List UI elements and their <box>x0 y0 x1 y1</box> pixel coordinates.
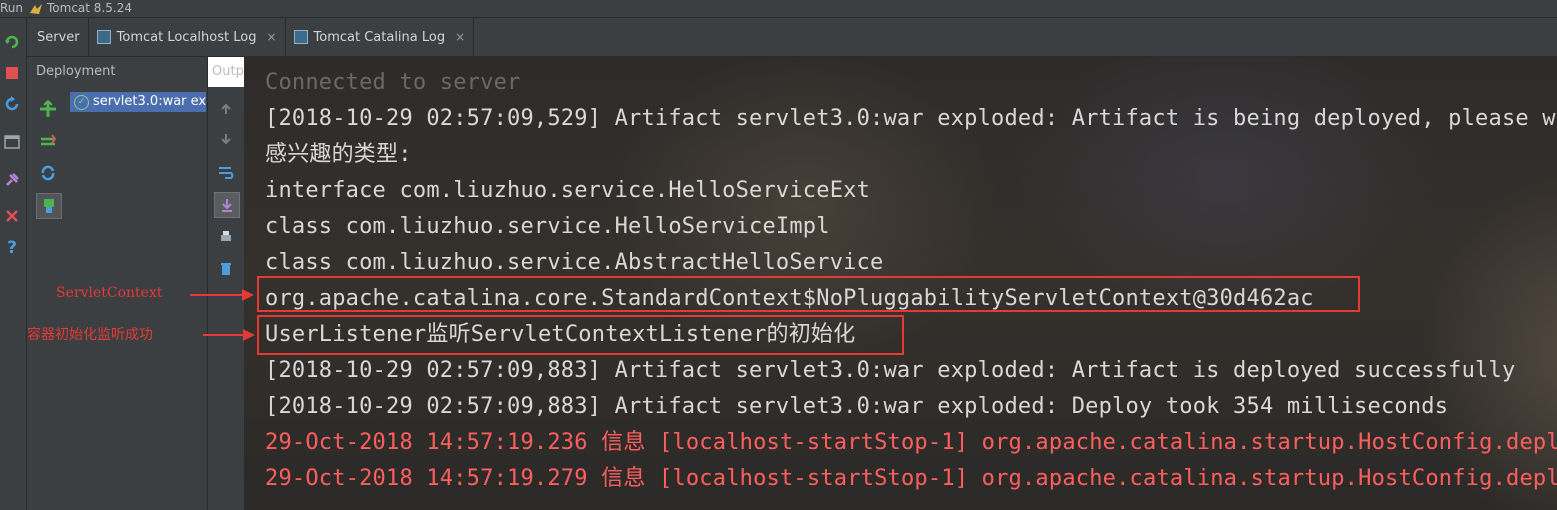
trash-icon[interactable] <box>214 257 238 281</box>
run-toolbar: ? <box>0 18 27 510</box>
log-line: class com.liuzhuo.service.HelloServiceIm… <box>265 214 830 239</box>
output-toolbar <box>208 87 244 510</box>
tab-catalina-log[interactable]: Tomcat Catalina Log × <box>286 18 475 56</box>
ide-window: Run Tomcat 8.5.24 ? Server Tomcat Localh… <box>0 0 1557 510</box>
log-line: class com.liuzhuo.service.AbstractHelloS… <box>265 250 884 275</box>
check-icon: ✓ <box>74 94 89 110</box>
log-line: interface com.liuzhuo.service.HelloServi… <box>265 178 871 203</box>
tab-server[interactable]: Server <box>27 18 89 56</box>
log-line: org.apache.catalina.core.StandardContext… <box>265 286 1314 311</box>
log-line-info: 29-Oct-2018 14:57:19.236 信息 [localhost-s… <box>265 430 1557 455</box>
close-tab-icon[interactable]: × <box>266 30 276 44</box>
annotation-arrow <box>190 289 254 301</box>
tab-localhost-log[interactable]: Tomcat Localhost Log × <box>89 18 286 56</box>
help-icon[interactable]: ? <box>2 238 22 258</box>
layout-icon[interactable] <box>2 132 22 152</box>
log-icon <box>96 30 111 44</box>
deployment-item[interactable]: ✓ servlet3.0:war exploded <box>70 92 206 112</box>
pin-icon[interactable] <box>2 170 22 190</box>
run-title-bar: Run Tomcat 8.5.24 <box>0 0 1557 18</box>
close-tab-icon[interactable]: × <box>455 30 465 44</box>
scroll-to-end-icon[interactable] <box>214 192 240 218</box>
run-label: Run <box>0 1 24 15</box>
artifact-settings-icon[interactable] <box>36 193 62 219</box>
log-icon <box>293 30 308 44</box>
log-line: Connected to server <box>265 70 521 95</box>
log-line-info: 29-Oct-2018 14:57:19.279 信息 [localhost-s… <box>265 466 1557 491</box>
print-icon[interactable] <box>214 225 238 249</box>
undeploy-icon[interactable] <box>36 129 60 153</box>
console-output[interactable]: Connected to server [2018-10-29 02:57:09… <box>244 57 1557 510</box>
log-line: 感兴趣的类型: <box>265 142 412 167</box>
scroll-up-icon[interactable] <box>214 97 238 121</box>
log-line: [2018-10-29 02:57:09,883] Artifact servl… <box>265 358 1516 383</box>
redeploy-icon[interactable] <box>36 161 60 185</box>
servlet-context-annotation: ServletContext <box>56 285 163 301</box>
log-line: [2018-10-29 02:57:09,883] Artifact servl… <box>265 394 1449 419</box>
log-line: [2018-10-29 02:57:09,529] Artifact servl… <box>265 106 1557 131</box>
log-line: UserListener监听ServletContextListener的初始化 <box>265 322 856 347</box>
deployment-pane: Deployment ✓ servlet3.0:war exploded <box>27 57 208 510</box>
rerun-icon[interactable] <box>2 32 22 52</box>
listener-annotation: 容器初始化监听成功 <box>27 327 153 343</box>
deployment-header: Deployment <box>36 64 116 79</box>
tab-server-label: Server <box>37 29 80 45</box>
deploy-all-icon[interactable] <box>36 97 60 121</box>
close-icon[interactable] <box>2 206 22 226</box>
tab-localhost-log-label: Tomcat Localhost Log <box>116 29 257 45</box>
scroll-down-icon[interactable] <box>214 127 238 151</box>
soft-wrap-icon[interactable] <box>214 161 238 185</box>
run-config-name: Tomcat 8.5.24 <box>47 1 132 15</box>
deployment-item-label: servlet3.0:war exploded <box>93 94 206 109</box>
tab-catalina-log-label: Tomcat Catalina Log <box>313 29 446 45</box>
tomcat-icon <box>29 2 43 16</box>
stop-icon[interactable] <box>2 63 22 83</box>
annotation-arrow <box>203 329 255 341</box>
tabs-bar: Server Tomcat Localhost Log × Tomcat Cat… <box>27 18 1557 57</box>
update-icon[interactable] <box>2 94 22 114</box>
